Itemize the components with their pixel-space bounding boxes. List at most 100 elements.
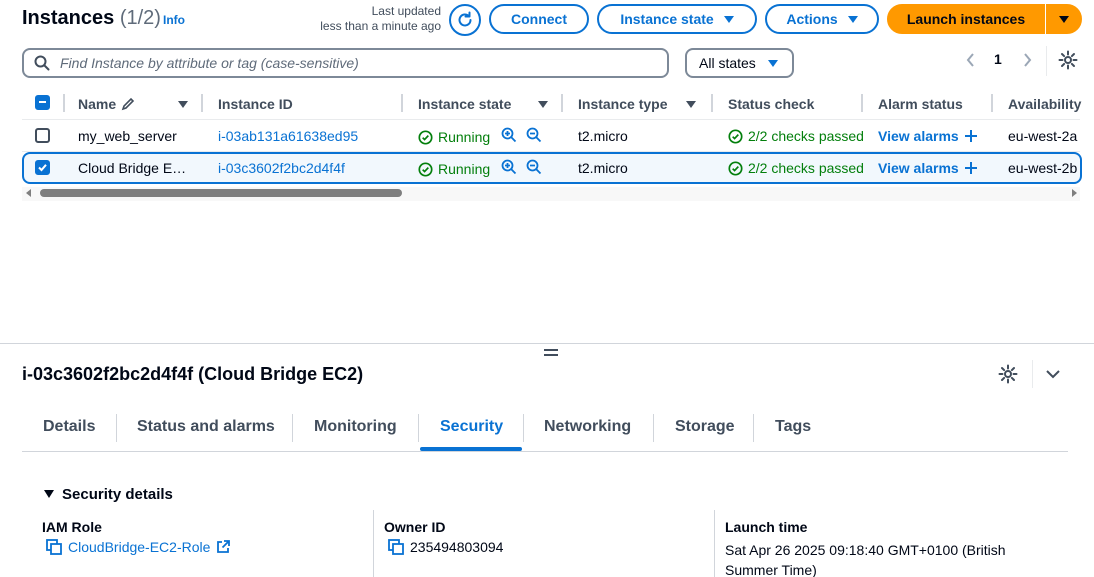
instance-state-cell: Running (418, 159, 490, 179)
status-check-cell: 2/2 checks passed (728, 158, 864, 178)
state-filter-value: All states (699, 55, 756, 71)
page-number[interactable]: 1 (994, 51, 1002, 67)
refresh-button[interactable] (449, 4, 481, 36)
plus-icon (964, 130, 977, 142)
instance-name: my_web_server (78, 128, 177, 144)
select-all-checkbox[interactable] (35, 95, 50, 110)
tab-networking[interactable]: Networking (544, 418, 631, 436)
tab-details[interactable]: Details (43, 418, 95, 436)
owner-id-label: Owner ID (384, 519, 446, 535)
copy-icon[interactable] (388, 539, 404, 555)
section-heading[interactable]: Security details (62, 486, 173, 503)
check-circle-icon (728, 160, 743, 176)
connect-label: Connect (511, 11, 567, 27)
column-divider (401, 94, 403, 112)
search-icon (34, 55, 50, 71)
zoom-out-icon[interactable] (526, 159, 542, 175)
resize-handle-icon[interactable] (544, 349, 558, 359)
tab-divider (653, 414, 654, 442)
owner-id-text: 235494803094 (410, 539, 504, 555)
view-alarms-label: View alarms (878, 160, 959, 176)
caret-down-icon (847, 15, 858, 23)
row-checkbox-checked[interactable] (35, 160, 50, 175)
column-divider (63, 94, 65, 112)
gear-icon[interactable] (1058, 50, 1078, 70)
launch-options-button[interactable] (1046, 4, 1082, 34)
previous-page-icon[interactable] (962, 50, 980, 70)
column-header-alarm-status[interactable]: Alarm status (878, 92, 963, 116)
tab-divider (292, 414, 293, 442)
copy-icon[interactable] (46, 539, 62, 555)
column-divider (714, 510, 715, 577)
tab-security[interactable]: Security (440, 418, 503, 436)
sort-caret-icon (686, 100, 696, 108)
search-input[interactable]: Find Instance by attribute or tag (case-… (22, 48, 669, 78)
iam-role-label: IAM Role (42, 519, 102, 535)
gear-icon[interactable] (998, 364, 1018, 384)
launch-time-line: Summer Time) (725, 562, 817, 577)
connect-button[interactable]: Connect (489, 4, 589, 34)
chevron-down-icon[interactable] (1045, 366, 1061, 382)
column-divider (711, 94, 713, 112)
launch-time-line: Sat Apr 26 2025 09:18:40 GMT+0100 (Briti… (725, 542, 1006, 558)
caret-down-icon (768, 59, 778, 67)
caret-down-icon (1059, 15, 1069, 23)
column-header-availability-zone[interactable]: Availability (1008, 92, 1088, 116)
column-header-status-check[interactable]: Status check (728, 92, 814, 116)
scroll-left-arrow-icon[interactable] (25, 189, 33, 197)
instance-name: Cloud Bridge E… (78, 160, 187, 176)
scrollbar-thumb[interactable] (40, 189, 402, 197)
zoom-out-icon[interactable] (526, 127, 542, 143)
instance-state-cell: Running (418, 127, 490, 147)
instance-type: t2.micro (578, 160, 628, 176)
iam-role-link[interactable]: CloudBridge-EC2-Role (68, 539, 210, 555)
zoom-in-icon[interactable] (501, 127, 517, 143)
launch-instances-label: Launch instances (906, 11, 1026, 27)
column-header-instance-id[interactable]: Instance ID (218, 92, 293, 116)
column-divider (373, 510, 374, 577)
instance-id-link[interactable]: i-03ab131a61638ed95 (218, 126, 358, 146)
column-header-label: Name (78, 96, 117, 112)
tabs-baseline (22, 451, 1068, 452)
info-link[interactable]: Info (163, 13, 185, 27)
tab-divider (523, 414, 524, 442)
row-checkbox[interactable] (35, 128, 50, 143)
tab-monitoring[interactable]: Monitoring (314, 418, 397, 436)
indeterminate-mark (39, 101, 46, 103)
instance-state-button[interactable]: Instance state (597, 4, 757, 34)
launch-time-label: Launch time (725, 519, 808, 535)
view-alarms-label: View alarms (878, 128, 959, 144)
iam-role-value[interactable]: CloudBridge-EC2-Role (46, 539, 231, 555)
instance-type: t2.micro (578, 128, 628, 144)
column-header-label: Instance type (578, 96, 668, 112)
instance-state-filter-select[interactable]: All states (685, 48, 794, 78)
availability-zone: eu-west-2a (1008, 128, 1078, 144)
check-circle-icon (418, 129, 433, 145)
view-alarms-link[interactable]: View alarms (878, 158, 977, 178)
next-page-icon[interactable] (1018, 50, 1036, 70)
status-check-text: 2/2 checks passed (748, 160, 864, 176)
last-updated-value: less than a minute ago (320, 19, 441, 33)
column-header-name[interactable]: Name (78, 92, 190, 116)
last-updated-text: Last updated less than a minute ago (300, 4, 441, 34)
caret-down-icon (723, 15, 734, 23)
zoom-in-icon[interactable] (501, 159, 517, 175)
active-tab-indicator (420, 447, 522, 451)
tab-tags[interactable]: Tags (775, 418, 811, 436)
launch-time-value: Sat Apr 26 2025 09:18:40 GMT+0100 (Briti… (725, 540, 1006, 577)
sort-caret-icon (178, 100, 188, 108)
column-divider (991, 94, 993, 112)
last-updated-label: Last updated (371, 4, 441, 18)
column-divider (201, 94, 203, 112)
view-alarms-link[interactable]: View alarms (878, 126, 977, 146)
launch-instances-button[interactable]: Launch instances (887, 4, 1045, 34)
tab-storage[interactable]: Storage (675, 418, 735, 436)
column-header-instance-state[interactable]: Instance state (418, 92, 550, 116)
instance-id-link[interactable]: i-03c3602f2bc2d4f4f (218, 158, 345, 178)
actions-label: Actions (786, 11, 838, 27)
column-header-instance-type[interactable]: Instance type (578, 92, 698, 116)
tab-status-and-alarms[interactable]: Status and alarms (137, 418, 275, 436)
actions-button[interactable]: Actions (765, 4, 879, 34)
scroll-right-arrow-icon[interactable] (1070, 189, 1078, 197)
caret-down-icon[interactable] (44, 490, 54, 498)
